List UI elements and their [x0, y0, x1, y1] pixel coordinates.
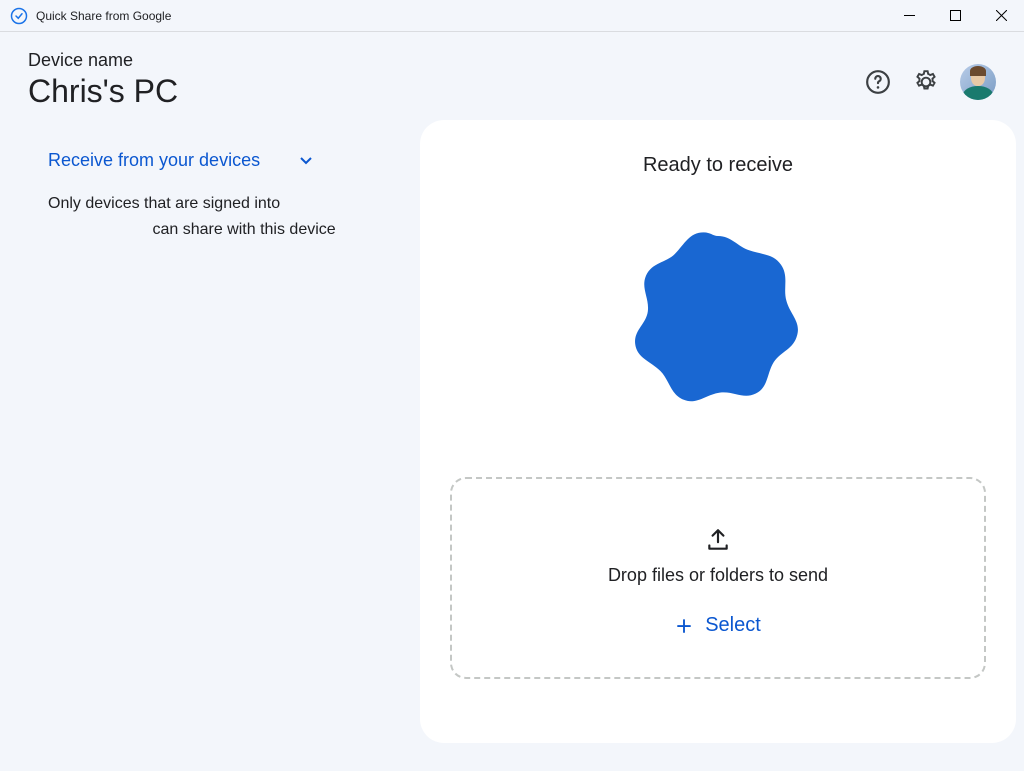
device-block: Device name Chris's PC	[28, 50, 178, 110]
header-actions	[864, 50, 996, 100]
app-icon	[10, 7, 28, 25]
window-titlebar: Quick Share from Google	[0, 0, 1024, 32]
plus-icon	[675, 617, 693, 635]
device-name-label: Device name	[28, 50, 178, 71]
minimize-button[interactable]	[886, 0, 932, 31]
select-button-label: Select	[705, 614, 761, 637]
drop-zone[interactable]: Drop files or folders to send Select	[450, 477, 986, 679]
maximize-button[interactable]	[932, 0, 978, 31]
window-controls	[886, 0, 1024, 31]
settings-button[interactable]	[912, 68, 940, 96]
help-icon	[865, 69, 891, 95]
account-avatar[interactable]	[960, 64, 996, 100]
close-button[interactable]	[978, 0, 1024, 31]
main-area: Receive from your devices Only devices t…	[0, 120, 1024, 751]
ready-status: Ready to receive	[643, 154, 793, 177]
gear-icon	[913, 69, 939, 95]
ready-blob-graphic	[628, 227, 808, 407]
chevron-down-icon	[300, 157, 312, 165]
device-name-value: Chris's PC	[28, 73, 178, 110]
help-button[interactable]	[864, 68, 892, 96]
upload-icon	[705, 527, 731, 553]
sidebar: Receive from your devices Only devices t…	[0, 120, 420, 743]
drop-hint-text: Drop files or folders to send	[608, 565, 828, 586]
select-files-button[interactable]: Select	[675, 614, 761, 637]
receive-mode-description: Only devices that are signed into can sh…	[48, 191, 358, 242]
app-header: Device name Chris's PC	[0, 32, 1024, 120]
content-panel: Ready to receive Drop files or folders t…	[420, 120, 1016, 743]
window-title: Quick Share from Google	[36, 9, 171, 23]
receive-mode-dropdown[interactable]: Receive from your devices	[48, 150, 380, 171]
receive-mode-label: Receive from your devices	[48, 150, 260, 171]
